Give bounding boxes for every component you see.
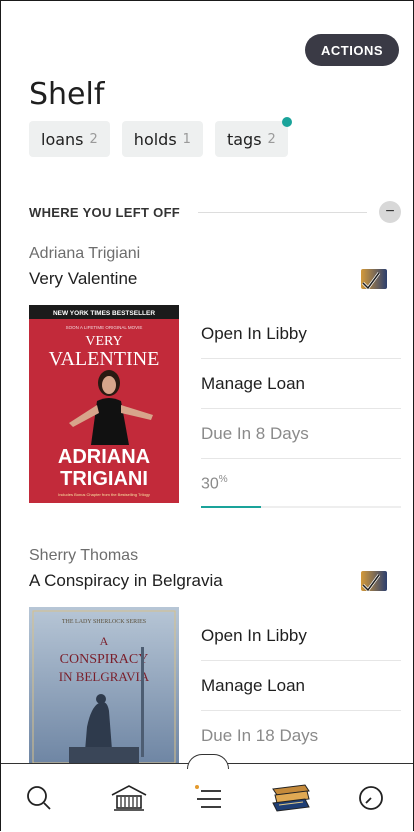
book-author: Sherry Thomas bbox=[29, 547, 139, 564]
book-title[interactable]: Very Valentine bbox=[29, 269, 401, 289]
cover-title-line1: VERY bbox=[85, 334, 122, 349]
divider bbox=[198, 211, 367, 213]
page-title: Shelf bbox=[29, 77, 105, 112]
reading-progress: 30% bbox=[201, 459, 401, 508]
bottom-navigation bbox=[1, 754, 413, 832]
chip-count: 2 bbox=[89, 131, 98, 147]
shelf-filter-chips: loans 2 holds 1 tags 2 bbox=[29, 117, 292, 157]
chip-loans[interactable]: loans 2 bbox=[29, 121, 110, 157]
search-icon bbox=[27, 786, 51, 810]
nav-timeline[interactable] bbox=[349, 776, 393, 820]
cover-author-line1: ADRIANA bbox=[58, 446, 150, 468]
manage-loan-button[interactable]: Manage Loan bbox=[201, 661, 401, 711]
book-card-very-valentine: Adriana Trigiani Very Valentine NEW YORK… bbox=[29, 245, 401, 508]
cover-top-band: NEW YORK TIMES BESTSELLER bbox=[53, 310, 155, 317]
book-cover-very-valentine[interactable]: NEW YORK TIMES BESTSELLER SOON A LIFETIM… bbox=[29, 305, 179, 503]
due-date: Due In 8 Days bbox=[201, 409, 401, 459]
progress-fill bbox=[201, 506, 261, 508]
library-icon bbox=[111, 785, 147, 811]
book-title[interactable]: A Conspiracy in Belgravia bbox=[29, 571, 401, 591]
progress-value: 30 bbox=[201, 475, 219, 493]
cover-series: THE LADY SHERLOCK SERIES bbox=[62, 619, 146, 625]
manage-loan-button[interactable]: Manage Loan bbox=[201, 359, 401, 409]
nav-shelf[interactable] bbox=[269, 776, 313, 820]
due-date: Due In 18 Days bbox=[201, 725, 319, 745]
book-author: Adriana Trigiani bbox=[29, 245, 141, 262]
section-header-where-you-left-off: WHERE YOU LEFT OFF − bbox=[29, 201, 401, 223]
nav-search[interactable] bbox=[17, 776, 61, 820]
menu-list-icon bbox=[195, 785, 221, 808]
loan-badge-icon bbox=[361, 571, 387, 593]
chip-tags[interactable]: tags 2 bbox=[214, 117, 292, 157]
cover-title-line3: IN BELGRAVIA bbox=[59, 669, 150, 684]
chip-label: holds bbox=[133, 129, 177, 149]
progress-unit: % bbox=[218, 473, 228, 485]
timeline-clock-icon bbox=[359, 786, 383, 810]
chip-count: 1 bbox=[182, 131, 191, 147]
collapse-button[interactable]: − bbox=[379, 201, 401, 223]
chip-label: loans bbox=[41, 129, 84, 149]
book-cover-conspiracy-in-belgravia[interactable]: THE LADY SHERLOCK SERIES A CONSPIRACY IN… bbox=[29, 607, 179, 763]
progress-track bbox=[201, 506, 401, 508]
cover-title-line1: A bbox=[100, 634, 109, 648]
cover-title-line2: CONSPIRACY bbox=[60, 652, 149, 667]
cover-art: NEW YORK TIMES BESTSELLER SOON A LIFETIM… bbox=[29, 305, 179, 497]
nav-notch bbox=[187, 754, 229, 769]
cover-subline: SOON A LIFETIME ORIGINAL MOVIE bbox=[66, 325, 143, 330]
nav-library[interactable] bbox=[107, 776, 151, 820]
cover-title-line2: VALENTINE bbox=[49, 348, 160, 370]
chip-count: 2 bbox=[267, 131, 276, 147]
book-card-conspiracy-in-belgravia: Sherry Thomas A Conspiracy in Belgravia … bbox=[29, 547, 401, 763]
chip-holds[interactable]: holds 1 bbox=[121, 121, 203, 157]
book-actions: Open In Libby Manage Loan Due In 18 Days bbox=[201, 611, 401, 760]
cover-author-line2: TRIGIANI bbox=[60, 468, 148, 490]
cover-footer: Includes Bonus Chapter from the Bestsell… bbox=[58, 492, 150, 497]
notification-dot bbox=[281, 117, 292, 127]
open-in-libby-button[interactable]: Open In Libby bbox=[201, 611, 401, 661]
section-label: WHERE YOU LEFT OFF bbox=[29, 204, 181, 220]
actions-button[interactable]: ACTIONS bbox=[305, 34, 399, 66]
open-in-libby-button[interactable]: Open In Libby bbox=[201, 309, 401, 359]
chip-label: tags bbox=[226, 129, 262, 149]
loan-badge-icon bbox=[361, 269, 387, 291]
book-actions: Open In Libby Manage Loan Due In 8 Days … bbox=[201, 309, 401, 508]
cover-art: THE LADY SHERLOCK SERIES A CONSPIRACY IN… bbox=[32, 610, 176, 763]
shelf-books-icon bbox=[272, 784, 310, 812]
nav-activity[interactable] bbox=[187, 776, 231, 820]
